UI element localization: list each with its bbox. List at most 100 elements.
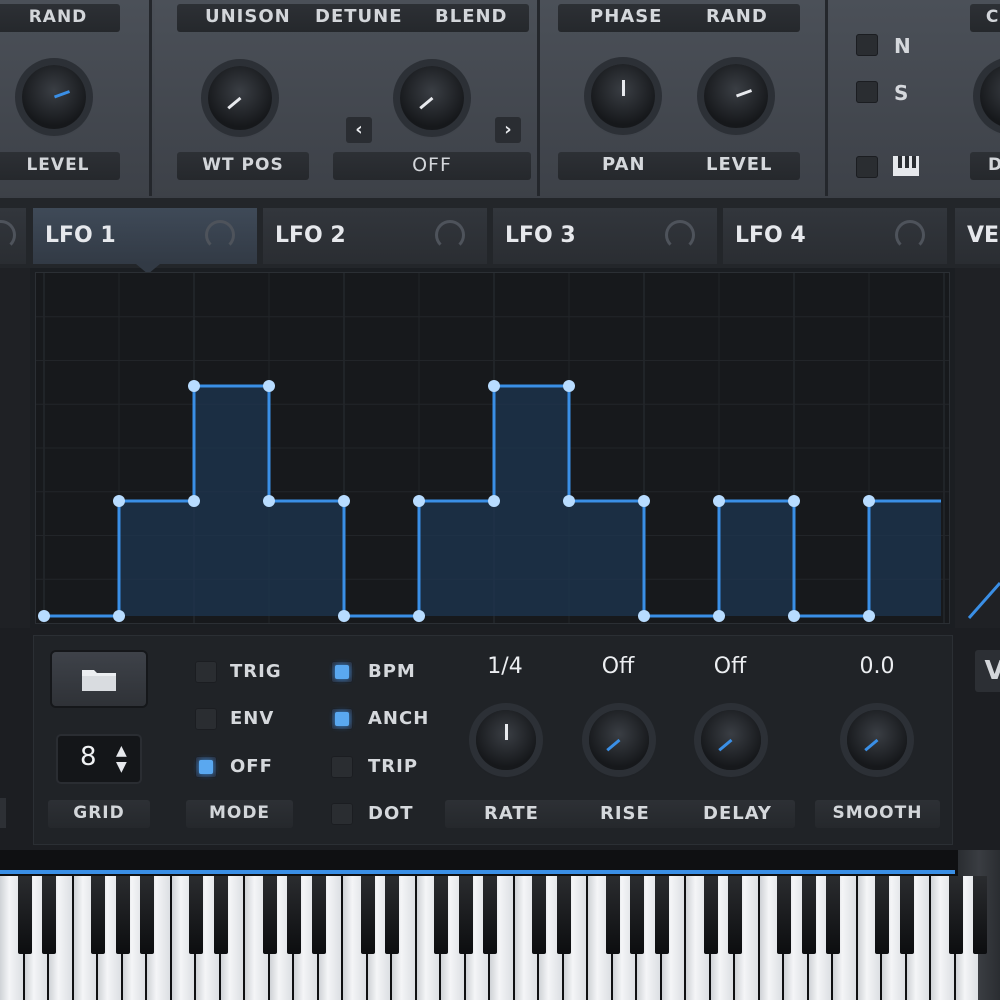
lfo-point[interactable] xyxy=(188,380,200,392)
rate-value: 1/4 xyxy=(487,654,523,679)
lfo-point[interactable] xyxy=(638,495,650,507)
env-checkbox[interactable] xyxy=(195,708,217,730)
black-key[interactable] xyxy=(458,876,473,954)
keyboard[interactable] xyxy=(0,850,1000,1000)
wt-pos-label: WT POS xyxy=(177,152,309,180)
trip-checkbox[interactable] xyxy=(331,756,353,778)
lfo-graph-canvas[interactable] xyxy=(36,273,949,623)
black-key[interactable] xyxy=(42,876,56,954)
velo-label: V xyxy=(975,650,1000,692)
warp-prev-button[interactable]: ‹ xyxy=(346,117,372,143)
black-key[interactable] xyxy=(801,876,816,954)
black-key[interactable] xyxy=(875,876,889,954)
lfo-point[interactable] xyxy=(188,495,200,507)
tab-env-partial[interactable] xyxy=(0,208,26,264)
anch-checkbox[interactable] xyxy=(331,708,353,730)
level2-knob[interactable] xyxy=(704,64,768,128)
black-key[interactable] xyxy=(189,876,203,954)
tab-velo[interactable]: VE xyxy=(955,208,1000,264)
pan-label: PAN xyxy=(602,154,646,175)
lfo-point[interactable] xyxy=(413,610,425,622)
lfo-point[interactable] xyxy=(338,495,350,507)
black-key[interactable] xyxy=(556,876,571,954)
level-knob[interactable] xyxy=(22,65,86,129)
detune-knob[interactable] xyxy=(400,66,464,130)
lfo-graph[interactable] xyxy=(35,272,950,624)
lfo-point[interactable] xyxy=(38,610,50,622)
lfo-ring-icon xyxy=(895,220,925,250)
preset-folder-button[interactable] xyxy=(52,652,146,706)
dot-checkbox[interactable] xyxy=(331,803,353,825)
lfo-point[interactable] xyxy=(113,610,125,622)
black-key[interactable] xyxy=(777,876,791,954)
lfo-point[interactable] xyxy=(563,380,575,392)
black-key[interactable] xyxy=(532,876,546,954)
black-key[interactable] xyxy=(17,876,32,954)
lfo-point[interactable] xyxy=(863,495,875,507)
tab-lfo-3[interactable]: LFO 3 xyxy=(493,208,717,264)
tab-label: LFO 3 xyxy=(505,223,576,248)
lfo-point[interactable] xyxy=(638,610,650,622)
black-key[interactable] xyxy=(434,876,448,954)
black-key[interactable] xyxy=(287,876,301,954)
grid-stepper[interactable]: 8 ▲ ▼ xyxy=(58,736,140,782)
rate-knob[interactable] xyxy=(476,710,536,770)
grid-up-icon[interactable]: ▲ xyxy=(116,744,127,758)
off-checkbox[interactable] xyxy=(195,756,217,778)
lfo-point[interactable] xyxy=(863,610,875,622)
warp-mode-select[interactable]: OFF xyxy=(333,152,531,180)
black-key[interactable] xyxy=(140,876,154,954)
smooth-label: SMOOTH xyxy=(815,800,940,828)
pan-knob[interactable] xyxy=(591,64,655,128)
lfo-point[interactable] xyxy=(263,495,275,507)
s-checkbox[interactable] xyxy=(856,81,878,103)
lfo-point[interactable] xyxy=(563,495,575,507)
black-key[interactable] xyxy=(630,876,644,954)
n-checkbox[interactable] xyxy=(856,34,878,56)
black-key[interactable] xyxy=(948,876,963,954)
black-key[interactable] xyxy=(973,876,987,954)
smooth-knob[interactable] xyxy=(847,710,907,770)
tab-lfo-1[interactable]: LFO 1 xyxy=(33,208,257,264)
black-key[interactable] xyxy=(605,876,620,954)
black-key[interactable] xyxy=(728,876,742,954)
black-key[interactable] xyxy=(826,876,840,954)
black-key[interactable] xyxy=(262,876,277,954)
black-key[interactable] xyxy=(899,876,914,954)
lfo-point[interactable] xyxy=(713,610,725,622)
black-key[interactable] xyxy=(483,876,497,954)
lfo-ring-icon xyxy=(435,220,465,250)
black-key[interactable] xyxy=(654,876,669,954)
wt-pos-knob[interactable] xyxy=(208,66,272,130)
lfo-point[interactable] xyxy=(413,495,425,507)
unison-label: UNISON xyxy=(205,6,291,27)
lfo-point[interactable] xyxy=(713,495,725,507)
tab-lfo-2[interactable]: LFO 2 xyxy=(263,208,487,264)
smooth-value: 0.0 xyxy=(859,654,895,679)
tab-lfo-4[interactable]: LFO 4 xyxy=(723,208,947,264)
delay-knob[interactable] xyxy=(701,710,761,770)
bpm-checkbox[interactable] xyxy=(331,661,353,683)
black-key[interactable] xyxy=(311,876,326,954)
lfo-point[interactable] xyxy=(338,610,350,622)
black-key[interactable] xyxy=(115,876,130,954)
rise-knob[interactable] xyxy=(589,710,649,770)
lfo-point[interactable] xyxy=(488,495,500,507)
right-knob[interactable] xyxy=(980,64,1000,128)
lfo-point[interactable] xyxy=(788,495,800,507)
piano-keys[interactable] xyxy=(0,876,987,1000)
black-key[interactable] xyxy=(703,876,718,954)
lfo-point[interactable] xyxy=(488,380,500,392)
black-key[interactable] xyxy=(385,876,399,954)
black-key[interactable] xyxy=(360,876,375,954)
lfo-point[interactable] xyxy=(788,610,800,622)
grid-down-icon[interactable]: ▼ xyxy=(116,760,127,774)
black-key[interactable] xyxy=(213,876,228,954)
keytrack-checkbox[interactable] xyxy=(856,156,878,178)
bpm-label: BPM xyxy=(368,661,416,682)
warp-next-button[interactable]: › xyxy=(495,117,521,143)
lfo-point[interactable] xyxy=(263,380,275,392)
black-key[interactable] xyxy=(91,876,105,954)
lfo-point[interactable] xyxy=(113,495,125,507)
trig-checkbox[interactable] xyxy=(195,661,217,683)
